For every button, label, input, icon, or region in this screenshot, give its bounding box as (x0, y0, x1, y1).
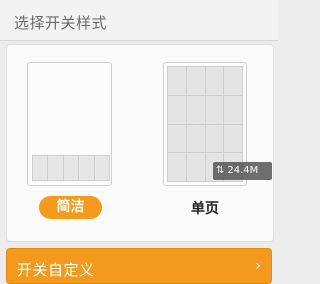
style-option-simple-preview[interactable] (27, 62, 112, 186)
section-title: 选择开关样式 (14, 14, 108, 32)
customize-toggles-button[interactable]: 开关自定义 › (6, 248, 272, 284)
toggle-slot (48, 156, 63, 180)
toggle-slot (205, 95, 224, 124)
style-option-single-page-label[interactable]: 单页 (163, 198, 247, 218)
toggle-slot (33, 156, 48, 180)
style-option-simple-label[interactable]: 简洁 (39, 196, 102, 219)
toggle-slot (186, 153, 205, 181)
toggle-slot (186, 95, 205, 124)
toggle-slot (79, 156, 94, 180)
toggle-slot (205, 124, 224, 153)
toggle-slot (186, 67, 205, 95)
toggle-slot (205, 67, 224, 95)
toggle-slot (224, 95, 242, 124)
section-header: 选择开关样式 (0, 0, 278, 41)
customize-toggles-label: 开关自定义 (17, 261, 95, 279)
toggle-slot (63, 156, 79, 180)
simple-toggle-row (32, 155, 110, 181)
toggle-slot (94, 156, 109, 180)
toggle-slot (168, 95, 186, 124)
toggle-slot (168, 67, 186, 95)
toggle-slot (168, 153, 186, 181)
toggle-slot (224, 124, 242, 153)
toggle-slot (224, 67, 242, 95)
toggle-slot (168, 124, 186, 153)
net-speed-value: 24.4M (227, 165, 259, 176)
net-speed-indicator: ⇅ 24.4M (213, 162, 272, 180)
toggle-slot (186, 124, 205, 153)
chevron-right-icon: › (255, 258, 261, 274)
updown-arrows-icon: ⇅ (216, 165, 225, 176)
